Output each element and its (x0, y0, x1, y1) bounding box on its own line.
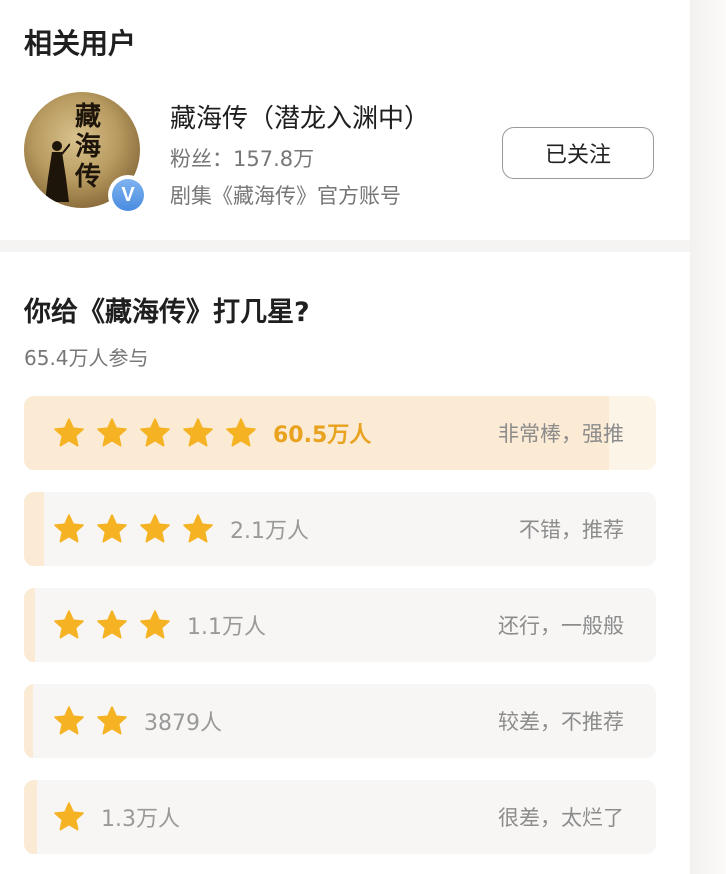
section-title: 相关用户 (24, 27, 137, 60)
user-description: 剧集《藏海传》官方账号 (170, 184, 401, 208)
avatar-figure-icon (45, 141, 70, 202)
star-icon (95, 608, 138, 642)
rating-count: 3879人 (144, 711, 222, 736)
star-group (52, 492, 224, 566)
rating-title: 你给《藏海传》打几星? (24, 297, 310, 328)
rating-count: 1.1万人 (187, 615, 266, 640)
star-icon (52, 416, 95, 450)
rating-count: 2.1万人 (230, 519, 309, 544)
star-icon (181, 416, 224, 450)
rating-option-3-star[interactable]: 1.1万人 还行，一般般 (24, 588, 656, 662)
rating-option-1-star[interactable]: 1.3万人 很差，太烂了 (24, 780, 656, 854)
rating-label: 很差，太烂了 (498, 806, 624, 830)
star-icon (138, 512, 181, 546)
rating-option-4-star[interactable]: 2.1万人 不错，推荐 (24, 492, 656, 566)
rating-label: 还行，一般般 (498, 614, 624, 638)
star-icon (138, 608, 181, 642)
rating-share-bar (24, 492, 45, 566)
rating-participants: 65.4万人参与 (24, 346, 149, 370)
section-divider (0, 240, 726, 252)
rating-count: 1.3万人 (101, 807, 180, 832)
star-group (52, 588, 181, 662)
verified-icon: V (108, 175, 148, 215)
star-icon (95, 512, 138, 546)
rating-option-2-star[interactable]: 3879人 较差，不推荐 (24, 684, 656, 758)
star-group (52, 396, 267, 470)
rating-count: 60.5万人 (273, 423, 372, 448)
star-icon (95, 416, 138, 450)
star-icon (52, 608, 95, 642)
star-icon (138, 416, 181, 450)
avatar-calligraphy: 藏海传 (74, 102, 101, 192)
star-icon (181, 512, 224, 546)
page-edge (690, 0, 726, 874)
rating-share-bar (24, 780, 37, 854)
rating-share-bar (24, 588, 35, 662)
rating-option-5-star[interactable]: 60.5万人 非常棒，强推 (24, 396, 656, 470)
star-icon (224, 416, 267, 450)
follow-button[interactable]: 已关注 (502, 127, 654, 179)
rating-label: 非常棒，强推 (498, 422, 624, 446)
rating-label: 较差，不推荐 (498, 710, 624, 734)
rating-label: 不错，推荐 (519, 518, 624, 542)
star-icon (52, 800, 95, 834)
star-icon (52, 704, 95, 738)
user-name[interactable]: 藏海传（潜龙入渊中） (170, 98, 430, 135)
star-icon (95, 704, 138, 738)
star-icon (52, 512, 95, 546)
user-fans: 粉丝：157.8万 (170, 147, 315, 171)
star-group (52, 780, 95, 854)
rating-share-bar (24, 684, 34, 758)
star-group (52, 684, 138, 758)
